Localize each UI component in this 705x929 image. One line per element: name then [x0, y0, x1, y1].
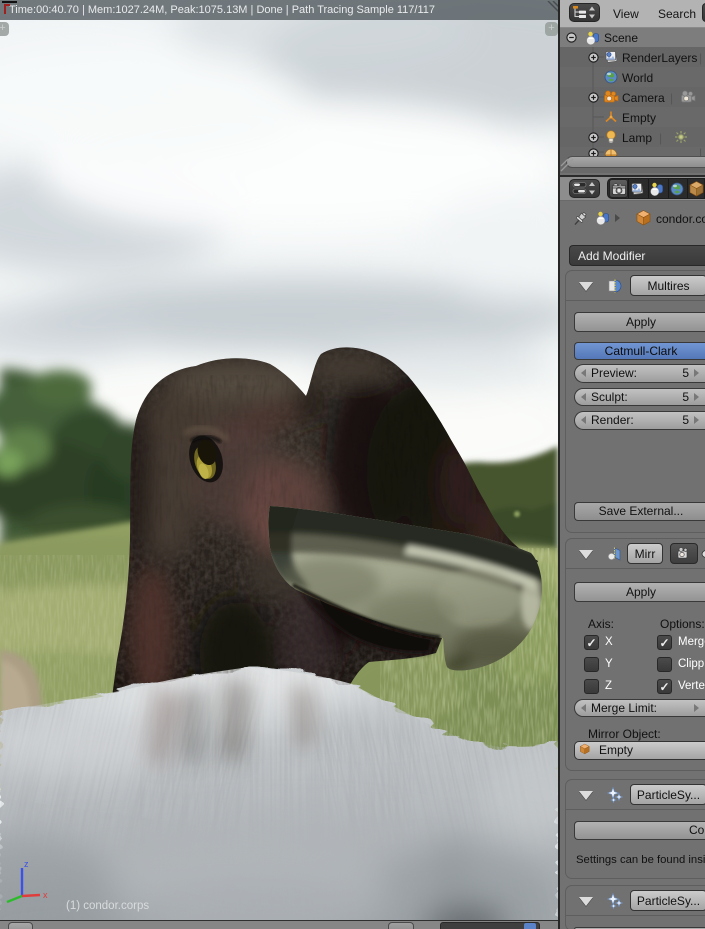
- svg-text:x: x: [43, 890, 48, 900]
- svg-text:z: z: [24, 859, 29, 869]
